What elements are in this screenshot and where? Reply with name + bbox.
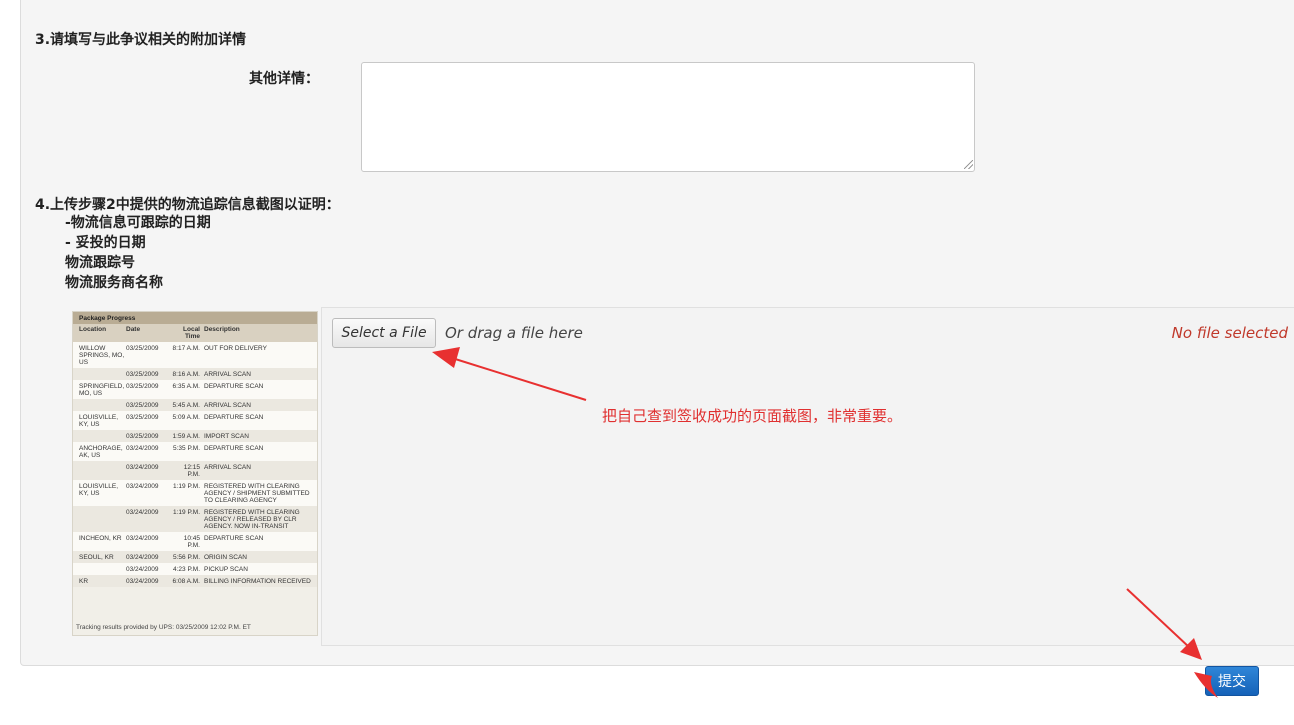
- example-cell: DEPARTURE SCAN: [204, 414, 264, 421]
- example-footer: Tracking results provided by UPS: 03/25/…: [76, 624, 251, 631]
- example-cell: DEPARTURE SCAN: [204, 535, 264, 542]
- example-row: 03/24/2009 1:19 P.M. REGISTERED WITH CLEAR…: [73, 506, 317, 532]
- example-cell: 8:17 A.M.: [172, 345, 200, 352]
- example-cell: 03/24/2009: [126, 509, 159, 516]
- file-status: No file selected: [1171, 324, 1288, 342]
- example-cell: 03/24/2009: [126, 566, 159, 573]
- example-cell: 8:16 A.M.: [172, 371, 200, 378]
- example-cell: INCHEON, KR: [79, 535, 122, 542]
- example-title: Package Progress: [73, 312, 317, 324]
- example-cell: KR: [79, 578, 89, 585]
- example-cell: ORIGIN SCAN: [204, 554, 247, 561]
- example-header-row: Location Date Local Time Description: [73, 324, 317, 342]
- example-cell: 03/25/2009: [126, 433, 159, 440]
- example-cell: [73, 371, 126, 378]
- annotation-note: 把自己查到签收成功的页面截图，非常重要。: [602, 407, 903, 425]
- example-cell: 5:09 A.M.: [172, 414, 200, 421]
- example-cell: 1:19 P.M.: [173, 483, 200, 490]
- example-row: 03/24/2009 12:15 P.M. ARRIVAL SCAN: [73, 461, 317, 480]
- example-cell: [73, 464, 126, 478]
- requirement-item: 物流服务商名称: [65, 275, 163, 291]
- example-cell: 12:15 P.M.: [183, 464, 200, 478]
- section-3-title: 3.请填写与此争议相关的附加详情: [35, 32, 247, 48]
- example-row: INCHEON, KR 03/24/2009 10:45 P.M. DEPARTURE…: [73, 532, 317, 551]
- submit-button[interactable]: 提交: [1205, 666, 1259, 696]
- example-row: WILLOW SPRINGS, MO, US 03/25/2009 8:17 A.M…: [73, 342, 317, 368]
- example-cell: SEOUL, KR: [79, 554, 114, 561]
- example-row: LOUISVILLE, KY, US 03/25/2009 5:09 A.M. DEP…: [73, 411, 317, 430]
- example-row: 03/25/2009 5:45 A.M. ARRIVAL SCAN: [73, 399, 317, 411]
- example-cell: LOUISVILLE, KY, US: [79, 414, 119, 428]
- example-tracking-screenshot: Package Progress Location Date Local Tim…: [72, 311, 318, 636]
- example-row: 03/25/2009 8:16 A.M. ARRIVAL SCAN: [73, 368, 317, 380]
- example-cell: REGISTERED WITH CLEARING AGENCY / RELEAS…: [204, 509, 300, 530]
- drag-hint: Or drag a file here: [445, 324, 583, 342]
- example-cell: 03/24/2009: [126, 445, 159, 452]
- example-cell: 6:35 A.M.: [172, 383, 200, 390]
- example-cell: 5:45 A.M.: [172, 402, 200, 409]
- example-cell: 6:08 A.M.: [172, 578, 200, 585]
- example-cell: 03/25/2009: [126, 371, 159, 378]
- example-cell: LOUISVILLE, KY, US: [79, 483, 119, 497]
- example-cell: 03/25/2009: [126, 414, 159, 421]
- example-cell: 03/25/2009: [126, 345, 159, 352]
- example-cell: DEPARTURE SCAN: [204, 445, 264, 452]
- example-cell: DEPARTURE SCAN: [204, 383, 264, 390]
- example-header-cell: Location: [79, 326, 107, 333]
- example-row: SPRINGFIELD, MO, US 03/25/2009 6:35 A.M. DE…: [73, 380, 317, 399]
- example-cell: 5:56 P.M.: [173, 554, 200, 561]
- example-cell: 5:35 P.M.: [173, 445, 200, 452]
- resize-grip-icon[interactable]: [964, 160, 973, 169]
- example-cell: 03/24/2009: [126, 535, 159, 542]
- requirement-item: - 妥投的日期: [65, 235, 146, 251]
- example-cell: 1:59 A.M.: [172, 433, 200, 440]
- example-cell: ANCHORAGE, AK, US: [79, 445, 123, 459]
- other-details-textarea[interactable]: [361, 62, 975, 172]
- example-cell: [73, 566, 126, 573]
- example-cell: WILLOW SPRINGS, MO, US: [79, 345, 125, 366]
- example-cell: 1:19 P.M.: [173, 509, 200, 516]
- example-cell: [73, 433, 126, 440]
- other-details-label: 其他详情：: [249, 71, 319, 87]
- example-cell: 4:23 P.M.: [173, 566, 200, 573]
- requirement-item: -物流信息可跟踪的日期: [65, 215, 211, 231]
- example-cell: [73, 402, 126, 409]
- example-cell: BILLING INFORMATION RECEIVED: [204, 578, 311, 585]
- example-cell: 03/25/2009: [126, 383, 159, 390]
- example-cell: 10:45 P.M.: [183, 535, 200, 549]
- example-cell: ARRIVAL SCAN: [204, 464, 251, 471]
- example-row: SEOUL, KR 03/24/2009 5:56 P.M. ORIGIN SCAN: [73, 551, 317, 563]
- example-row: KR 03/24/2009 6:08 A.M. BILLING INFORMATION…: [73, 575, 317, 587]
- example-row: LOUISVILLE, KY, US 03/24/2009 1:19 P.M. REG…: [73, 480, 317, 506]
- example-cell: IMPORT SCAN: [204, 433, 249, 440]
- example-row: 03/24/2009 4:23 P.M. PICKUP SCAN: [73, 563, 317, 575]
- example-cell: 03/24/2009: [126, 578, 159, 585]
- example-cell: ARRIVAL SCAN: [204, 371, 251, 378]
- example-cell: 03/24/2009: [126, 483, 159, 490]
- example-rows: WILLOW SPRINGS, MO, US 03/25/2009 8:17 A.M…: [73, 342, 317, 587]
- file-drop-zone[interactable]: [321, 307, 1294, 646]
- example-cell: PICKUP SCAN: [204, 566, 248, 573]
- select-file-button[interactable]: Select a File: [332, 318, 436, 348]
- example-cell: 03/24/2009: [126, 464, 159, 471]
- example-cell: 03/24/2009: [126, 554, 159, 561]
- example-header-cell: Local Time: [183, 326, 200, 340]
- example-header-cell: Description: [204, 326, 240, 333]
- example-cell: 03/25/2009: [126, 402, 159, 409]
- example-cell: [73, 509, 126, 530]
- example-row: 03/25/2009 1:59 A.M. IMPORT SCAN: [73, 430, 317, 442]
- requirement-item: 物流跟踪号: [65, 255, 135, 271]
- requirement-list: -物流信息可跟踪的日期 - 妥投的日期 物流跟踪号 物流服务商名称: [65, 213, 211, 293]
- example-cell: SPRINGFIELD, MO, US: [79, 383, 125, 397]
- example-cell: OUT FOR DELIVERY: [204, 345, 267, 352]
- section-4-title: 4.上传步骤2中提供的物流追踪信息截图以证明：: [35, 197, 340, 213]
- example-cell: REGISTERED WITH CLEARING AGENCY / SHIPME…: [204, 483, 310, 504]
- example-cell: ARRIVAL SCAN: [204, 402, 251, 409]
- example-header-cell: Date: [126, 326, 141, 333]
- example-row: ANCHORAGE, AK, US 03/24/2009 5:35 P.M. DEPA…: [73, 442, 317, 461]
